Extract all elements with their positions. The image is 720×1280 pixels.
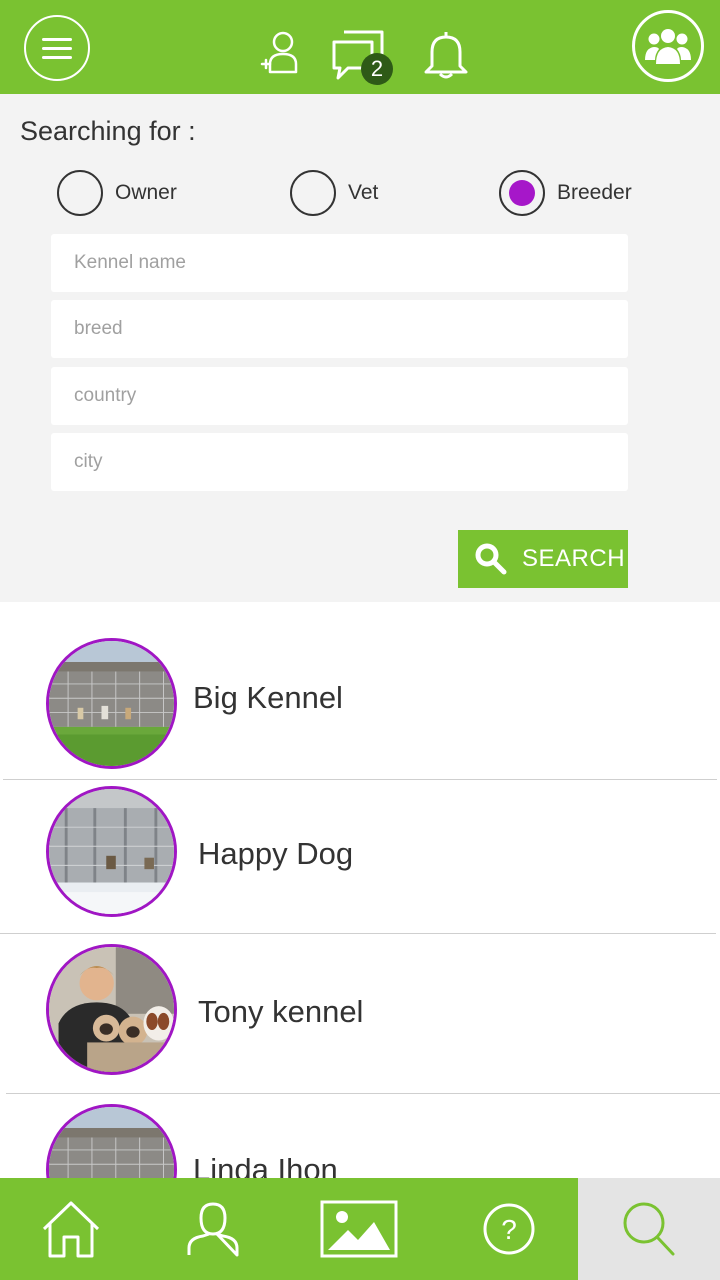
search-button[interactable]: SEARCH bbox=[458, 530, 628, 588]
menu-icon bbox=[42, 38, 72, 59]
profile-icon bbox=[187, 1202, 239, 1257]
bottom-nav: ? bbox=[0, 1178, 720, 1280]
result-name: Happy Dog bbox=[198, 836, 354, 871]
result-name: Linda Ihon bbox=[193, 1152, 338, 1178]
radio-breeder-circle[interactable] bbox=[499, 170, 545, 216]
breed-input[interactable] bbox=[51, 300, 628, 358]
nav-search[interactable] bbox=[578, 1178, 720, 1280]
groups-button[interactable] bbox=[632, 10, 704, 82]
avatar bbox=[46, 1104, 177, 1178]
radio-owner-label: Owner bbox=[115, 181, 177, 204]
radio-vet-circle[interactable] bbox=[290, 170, 336, 216]
list-item[interactable]: Big Kennel bbox=[0, 602, 720, 780]
gallery-icon bbox=[320, 1200, 398, 1258]
radio-owner[interactable]: Owner bbox=[57, 170, 177, 216]
avatar bbox=[46, 944, 177, 1075]
radio-selected-dot bbox=[509, 180, 535, 206]
search-icon bbox=[475, 543, 507, 575]
list-item[interactable]: Tony kennel bbox=[0, 934, 720, 1094]
radio-owner-circle[interactable] bbox=[57, 170, 103, 216]
home-icon bbox=[42, 1201, 100, 1258]
avatar bbox=[46, 786, 177, 917]
avatar bbox=[46, 638, 177, 769]
radio-breeder[interactable]: Breeder bbox=[499, 170, 632, 216]
nav-gallery[interactable] bbox=[316, 1178, 402, 1280]
top-bar: 2 bbox=[0, 0, 720, 94]
search-panel: Searching for : Owner Vet Breeder SEARCH bbox=[0, 94, 720, 602]
search-button-label: SEARCH bbox=[522, 545, 626, 572]
radio-vet[interactable]: Vet bbox=[290, 170, 378, 216]
messages-badge: 2 bbox=[361, 53, 393, 85]
menu-button[interactable] bbox=[24, 15, 90, 81]
nav-help[interactable]: ? bbox=[468, 1178, 550, 1280]
results-list: Big Kennel Happy Dog Tony kennel Linda I… bbox=[0, 602, 720, 1178]
nav-home[interactable] bbox=[30, 1178, 112, 1280]
svg-text:?: ? bbox=[501, 1214, 517, 1245]
result-name: Tony kennel bbox=[198, 994, 364, 1029]
nav-profile[interactable] bbox=[172, 1178, 254, 1280]
result-name: Big Kennel bbox=[193, 680, 343, 715]
list-item[interactable]: Happy Dog bbox=[0, 780, 720, 934]
city-input[interactable] bbox=[51, 433, 628, 491]
groups-icon bbox=[645, 29, 691, 64]
radio-vet-label: Vet bbox=[348, 181, 379, 204]
country-input[interactable] bbox=[51, 367, 628, 425]
help-icon: ? bbox=[483, 1203, 535, 1255]
add-user-icon[interactable] bbox=[258, 28, 306, 76]
search-icon bbox=[623, 1202, 675, 1256]
bell-icon[interactable] bbox=[422, 28, 470, 80]
searching-for-heading: Searching for : bbox=[20, 116, 196, 146]
kennel-name-input[interactable] bbox=[51, 234, 628, 292]
list-item[interactable]: Linda Ihon bbox=[0, 1094, 720, 1178]
radio-breeder-label: Breeder bbox=[557, 181, 632, 204]
